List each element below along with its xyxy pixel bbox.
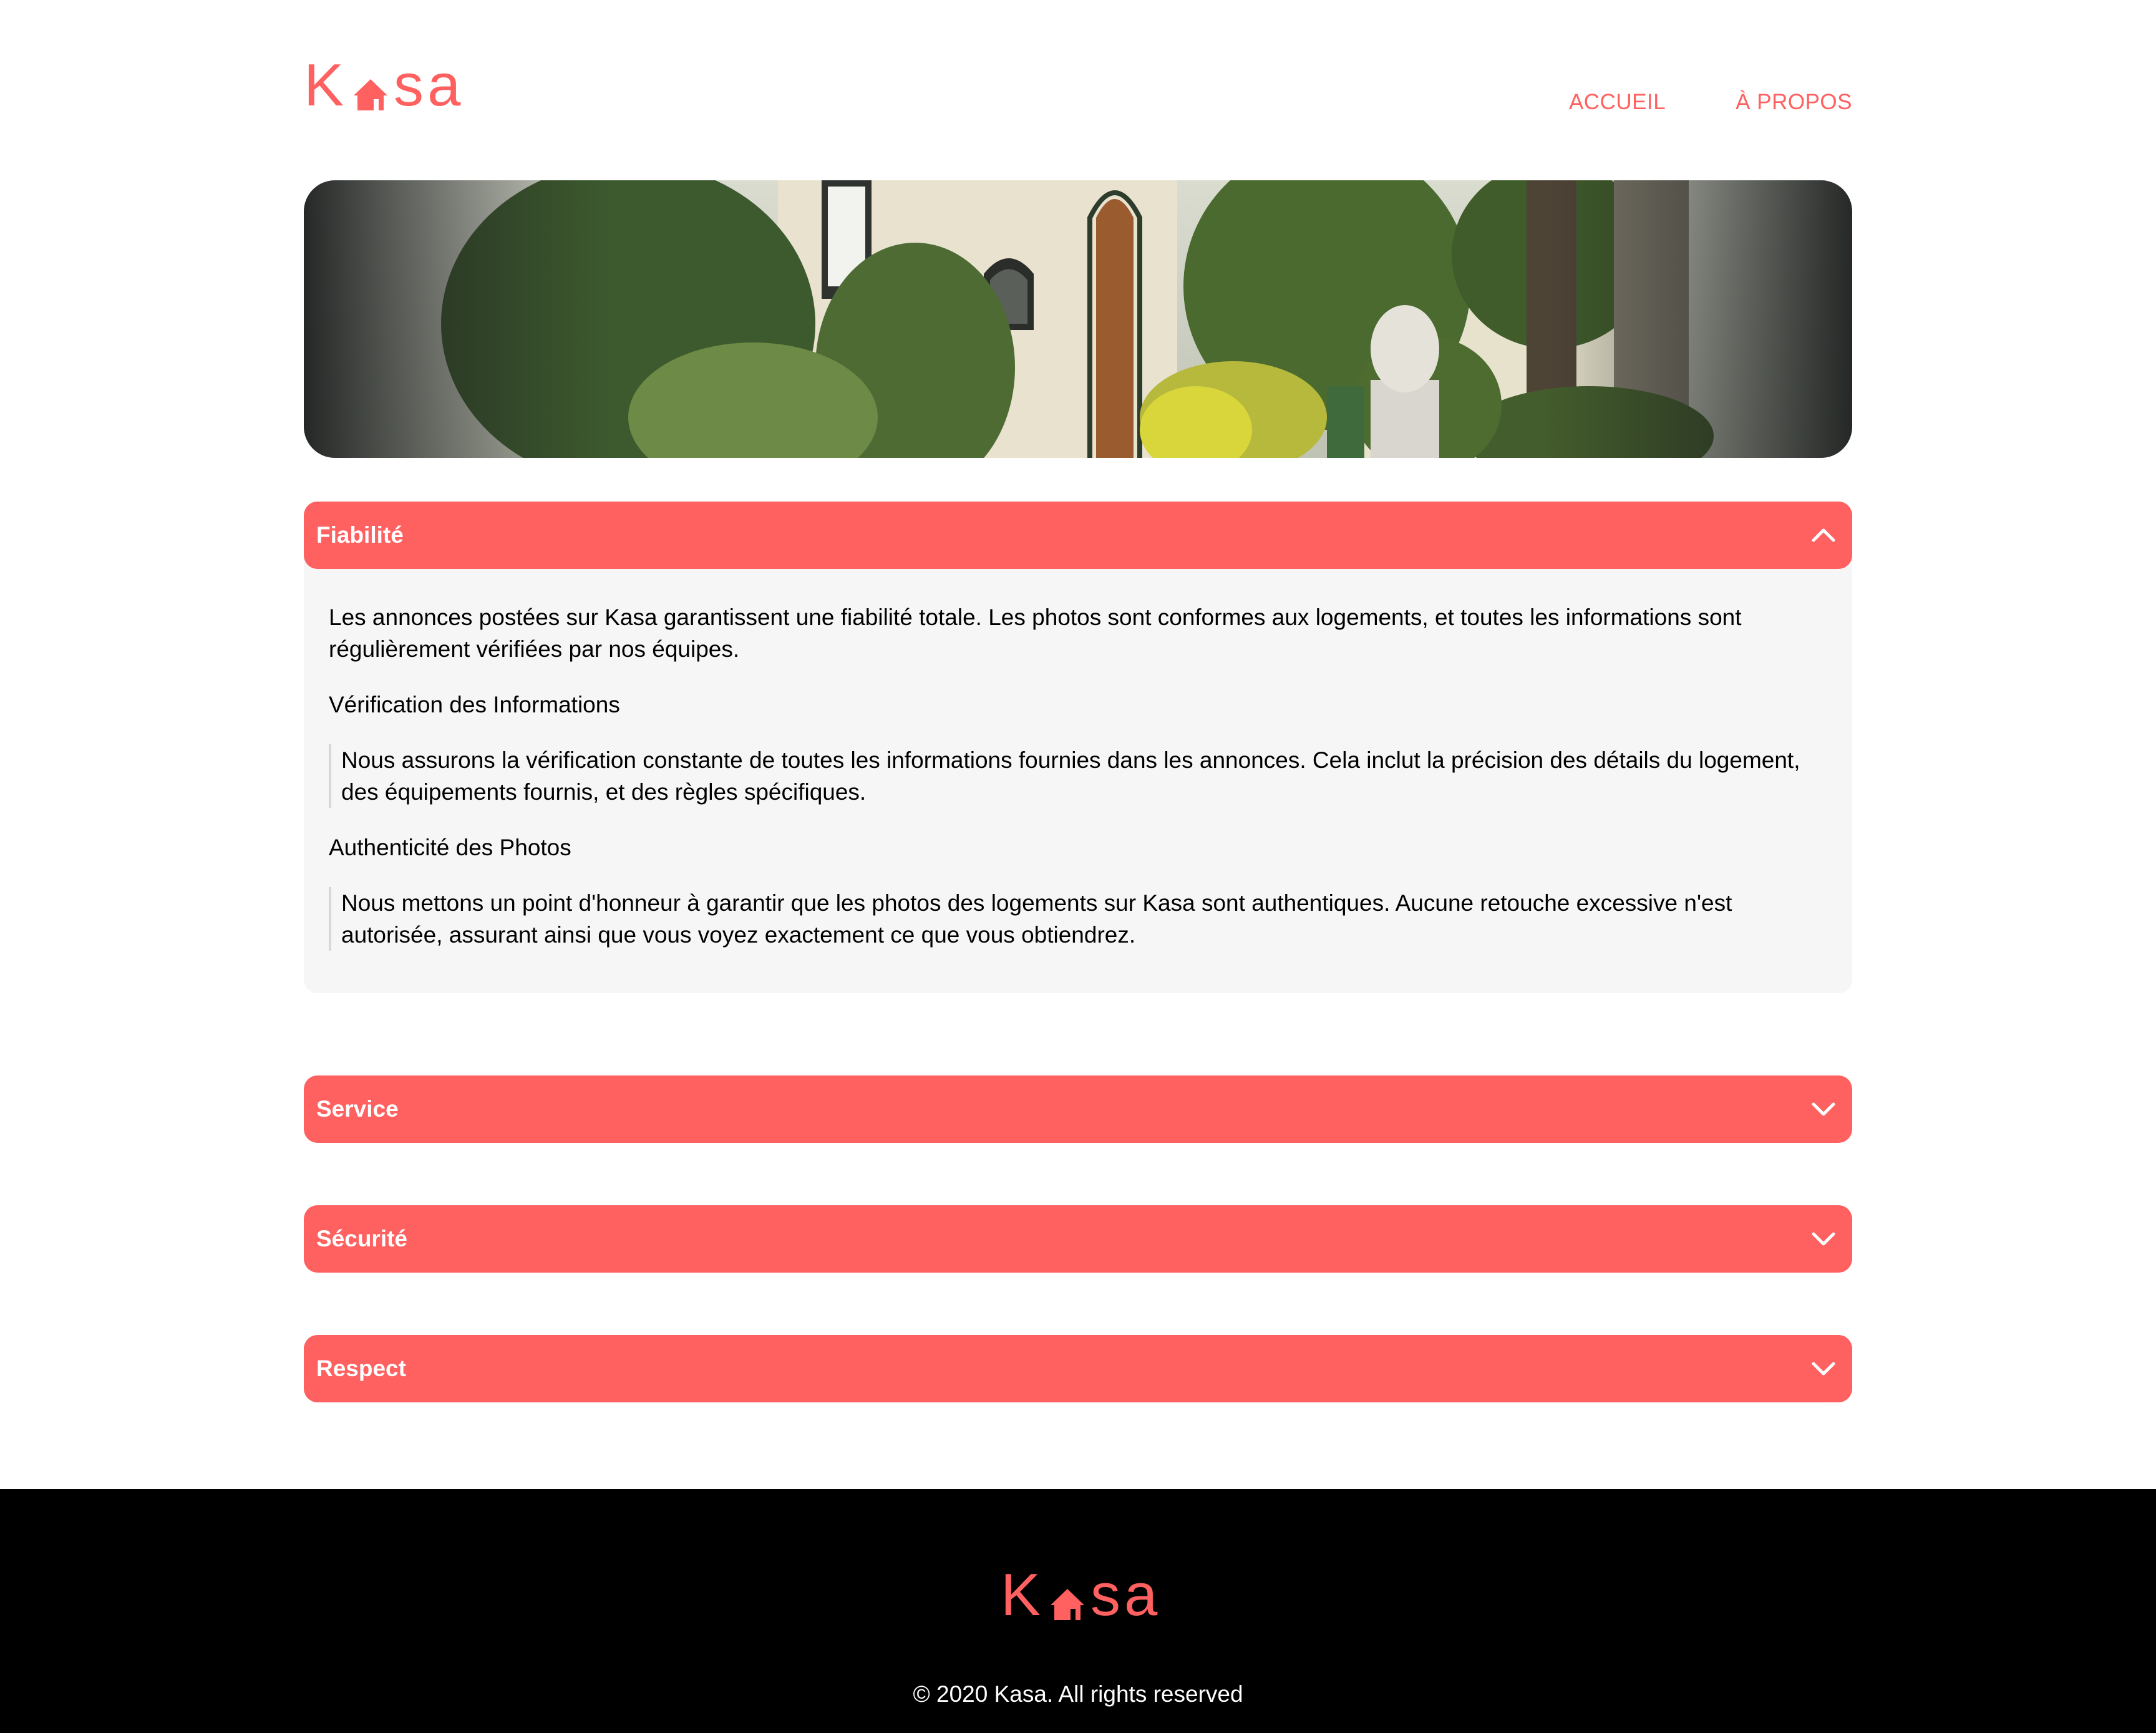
- chevron-down-icon[interactable]: [1809, 1224, 1838, 1254]
- accordion-fiabilite: Fiabilité Les annonces postées sur Kasa …: [304, 502, 1852, 993]
- chevron-down-icon[interactable]: [1809, 1354, 1838, 1384]
- logo-letter-k: K: [304, 52, 348, 119]
- accordion-lead-text: Les annonces postées sur Kasa garantisse…: [329, 604, 1742, 662]
- accordion-header-service[interactable]: Service: [304, 1075, 1852, 1143]
- site-footer: K sa © 2020 Kasa. All rights reserved: [0, 1489, 2156, 1733]
- house-icon: [354, 79, 388, 110]
- section-heading: Vérification des Informations: [329, 692, 620, 717]
- accordion-respect: Respect: [304, 1335, 1852, 1402]
- logo-letters-sa: sa: [394, 52, 465, 119]
- accordion-title: Fiabilité: [316, 522, 404, 548]
- accordion-title: Sécurité: [316, 1226, 408, 1251]
- chevron-up-icon[interactable]: [1809, 520, 1838, 550]
- accordion-header-securite[interactable]: Sécurité: [304, 1205, 1852, 1273]
- site-header: K sa ACCUEIL À PROPOS: [304, 56, 1852, 120]
- accordion-header-fiabilite[interactable]: Fiabilité: [304, 502, 1852, 569]
- logo-link[interactable]: K sa: [304, 56, 464, 115]
- section-quote: Nous assurons la vérification constante …: [329, 744, 1827, 808]
- logo-letters-sa: sa: [1090, 1561, 1162, 1628]
- section-heading: Authenticité des Photos: [329, 835, 571, 860]
- accordion-title: Service: [316, 1096, 399, 1122]
- chevron-down-icon[interactable]: [1809, 1094, 1838, 1124]
- footer-kasa-logo: K sa: [1001, 1565, 1161, 1625]
- accordion-header-respect[interactable]: Respect: [304, 1335, 1852, 1402]
- logo-letter-k: K: [1001, 1561, 1045, 1628]
- accordion-service: Service: [304, 1075, 1852, 1143]
- kasa-logo: K sa: [304, 56, 464, 115]
- accordion-body-fiabilite: Les annonces postées sur Kasa garantisse…: [304, 556, 1852, 993]
- main-nav: ACCUEIL À PROPOS: [1569, 90, 1852, 115]
- house-garden-photo: [304, 180, 1852, 458]
- nav-link-a-propos[interactable]: À PROPOS: [1736, 90, 1852, 115]
- accordion-securite: Sécurité: [304, 1205, 1852, 1273]
- banner-image: [304, 180, 1852, 458]
- nav-link-accueil[interactable]: ACCUEIL: [1569, 90, 1666, 115]
- footer-copyright: © 2020 Kasa. All rights reserved: [913, 1681, 1243, 1707]
- section-quote: Nous mettons un point d'honneur à garant…: [329, 887, 1827, 951]
- accordion-title: Respect: [316, 1356, 406, 1381]
- house-icon: [1051, 1589, 1085, 1620]
